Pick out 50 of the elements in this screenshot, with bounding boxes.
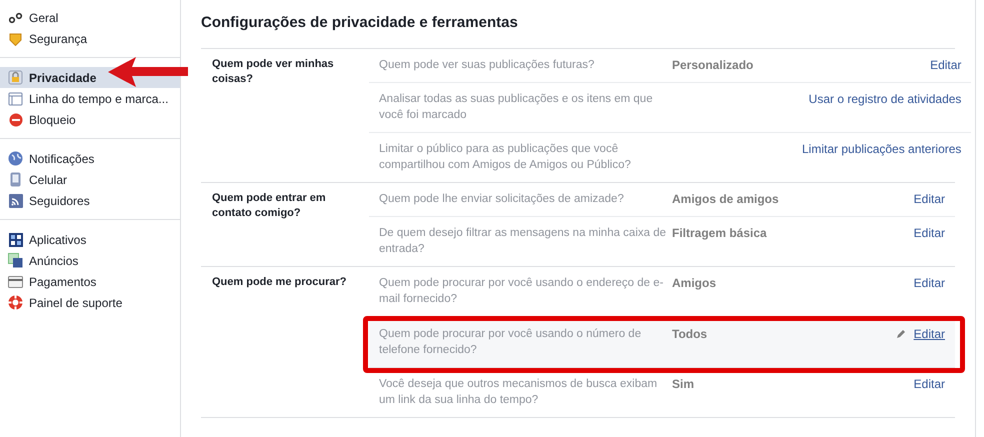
setting-question: Você deseja que outros mecanismos de busca exibam um link da sua linha do tempo? [379,376,658,408]
sidebar-item[interactable]: Anúncios [0,250,180,271]
apps-icon [8,232,22,246]
sidebar-item[interactable]: Aplicativos [0,229,180,250]
sidebar-item[interactable]: Painel de suporte [0,292,180,313]
edit-link[interactable]: Editar [914,376,945,392]
sidebar-item[interactable]: Bloqueio [0,109,180,130]
setting-value: Amigos de amigos [672,192,779,206]
sidebar-item[interactable]: Notificações [0,148,180,169]
edit-link[interactable]: Editar [914,224,945,240]
page-title: Configurações de privacidade e ferramentas [201,13,519,33]
section-label: Quem pode ver minhas coisas? [212,58,334,84]
setting-question: Limitar o público para as publicações que você compartilhou com Amigos de Amigos ou Público? [379,142,632,172]
edit-link[interactable]: Limitar publicações anteriores [802,140,962,156]
section-label: Quem pode entrar em contato comigo? [212,192,326,218]
sidebar-item[interactable]: Linha do tempo e marca... [0,88,180,109]
rss-icon [8,194,22,208]
setting-value: Filtragem básica [672,226,767,240]
setting-value: Personalizado [672,58,754,72]
setting-question: Quem pode procurar por você usando o endereço de e-mail fornecido? [379,276,664,306]
phone-icon [10,172,21,187]
globe-icon [8,151,23,166]
pencil-icon [896,328,906,338]
setting-value: Sim [672,376,694,390]
setting-question: Quem pode ver suas publicações futuras? [379,58,596,72]
sidebar-item[interactable]: Pagamentos [0,271,180,292]
card-icon [8,276,23,288]
edit-link[interactable]: Usar o registro de atividades [808,90,962,106]
lifebuoy-icon [8,295,23,310]
setting-question: Quem pode lhe enviar solicitações de amizade? [379,192,625,206]
setting-question: Quem pode procurar por você usando o número de telefone fornecido? [379,326,642,358]
edit-link[interactable]: Editar [914,274,945,290]
gears-icon [8,12,22,24]
setting-question: De quem desejo filtrar as mensagens na minha caixa de entrada? [379,226,668,256]
block-icon [8,112,22,126]
sidebar-item[interactable]: Celular [0,169,180,190]
lock-icon [8,70,23,85]
edit-link[interactable]: Editar [930,56,962,72]
edit-link[interactable]: Editar [914,190,945,206]
sidebar-item[interactable]: Segurança [0,28,180,49]
setting-question: Analisar todas as suas publicações e os itens em que você foi marcado [379,92,654,122]
ads-icon [8,253,23,268]
sidebar-item[interactable]: Geral [0,7,180,28]
sidebar-item[interactable]: Seguidores [0,190,180,211]
timeline-icon [8,92,23,106]
edit-link[interactable]: Editar [914,326,945,342]
badge-icon [9,32,22,46]
setting-value: Amigos [672,276,716,290]
setting-value: Todos [672,326,708,340]
section-label: Quem pode me procurar? [212,276,346,288]
